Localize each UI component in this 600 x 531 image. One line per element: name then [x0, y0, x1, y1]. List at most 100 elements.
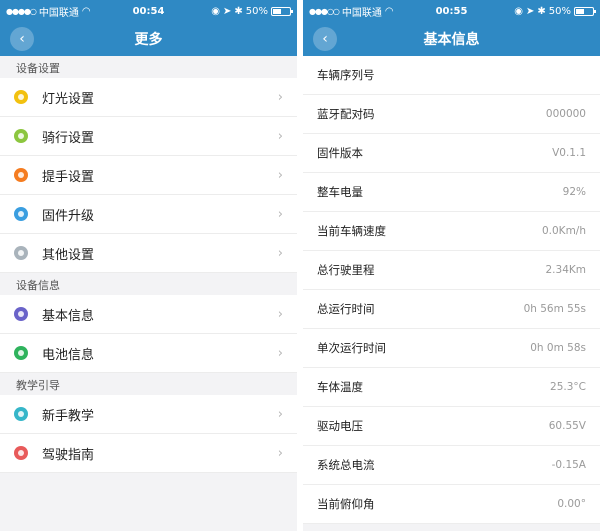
info-key: 车体温度: [317, 380, 363, 394]
status-time: 00:55: [435, 5, 468, 17]
info-row: 总运行时间 0h 56m 55s: [303, 290, 600, 329]
gear-icon: [14, 246, 28, 260]
info-key: 车辆序列号: [317, 68, 375, 82]
wifi-icon: ◠: [81, 5, 91, 17]
menu-item[interactable]: 固件升级 ›: [0, 195, 297, 234]
settings-group: 灯光设置 › 骑行设置 › 提手设置 › 固件升级 › 其他设置 ›: [0, 78, 297, 273]
info-row: 驱动电压 60.55V: [303, 407, 600, 446]
info-value: 92%: [562, 186, 586, 198]
wifi-icon: ◠: [384, 5, 394, 17]
back-button[interactable]: ‹: [313, 27, 337, 51]
menu-item-label: 基本信息: [42, 308, 95, 324]
back-button[interactable]: ‹: [10, 27, 34, 51]
info-key: 总行驶里程: [317, 263, 375, 277]
info-key: 当前俯仰角: [317, 497, 375, 511]
bulb-icon: [14, 90, 28, 104]
chevron-right-icon: ›: [277, 445, 283, 461]
menu-item[interactable]: 骑行设置 ›: [0, 117, 297, 156]
info-value: 0.00°: [557, 498, 586, 510]
menu-item-label: 驾驶指南: [42, 447, 95, 463]
chevron-right-icon: ›: [277, 128, 283, 144]
upgrade-icon: [14, 207, 28, 221]
menu-item[interactable]: 基本信息 ›: [0, 295, 297, 334]
ride-icon: [14, 129, 28, 143]
info-key: 总运行时间: [317, 302, 375, 316]
basic-info-screen: ●●●○○ 中国联通 ◠ 00:55 ◉ ➤ ✱ 50% ‹ 基本信息 车辆序列…: [303, 0, 600, 531]
menu-item[interactable]: 其他设置 ›: [0, 234, 297, 273]
guide-icon: [14, 446, 28, 460]
status-bar: ●●●●○ 中国联通 ◠ 00:54 ◉ ➤ ✱ 50%: [0, 0, 297, 22]
menu-item-label: 电池信息: [42, 347, 95, 363]
info-row: 系统总电流 -0.15A: [303, 446, 600, 485]
nav-bar: ‹ 基本信息: [303, 22, 600, 56]
info-key: 蓝牙配对码: [317, 107, 375, 121]
info-row: 当前车辆速度 0.0Km/h: [303, 212, 600, 251]
info-row: 固件版本 V0.1.1: [303, 134, 600, 173]
info-value: V0.1.1: [552, 147, 586, 159]
header: ●●●○○ 中国联通 ◠ 00:55 ◉ ➤ ✱ 50% ‹ 基本信息: [303, 0, 600, 56]
info-row: 蓝牙配对码 000000: [303, 95, 600, 134]
section-title: 设备信息: [16, 279, 60, 292]
info-key: 系统总电流: [317, 458, 375, 472]
chevron-right-icon: ›: [277, 406, 283, 422]
chevron-left-icon: ‹: [322, 31, 328, 47]
info-row: 当前俯仰角 0.00°: [303, 485, 600, 524]
menu-item-label: 骑行设置: [42, 130, 95, 146]
info-row: 车辆序列号: [303, 56, 600, 95]
info-value: 000000: [545, 108, 586, 120]
info-key: 整车电量: [317, 185, 363, 199]
menu-item[interactable]: 电池信息 ›: [0, 334, 297, 373]
chevron-right-icon: ›: [277, 167, 283, 183]
settings-group: 新手教学 › 驾驶指南 ›: [0, 395, 297, 473]
menu-item[interactable]: 灯光设置 ›: [0, 78, 297, 117]
settings-group: 基本信息 › 电池信息 ›: [0, 295, 297, 373]
lock-rotation-icon: ◉: [211, 5, 220, 17]
chevron-left-icon: ‹: [19, 31, 25, 47]
signal-icon: ●●●○○: [309, 6, 340, 16]
status-time: 00:54: [132, 5, 165, 17]
menu-item[interactable]: 新手教学 ›: [0, 395, 297, 434]
battery-icon: [574, 6, 596, 16]
info-row: 单次运行时间 0h 0m 58s: [303, 329, 600, 368]
menu-item-label: 固件升级: [42, 208, 95, 224]
status-bar: ●●●○○ 中国联通 ◠ 00:55 ◉ ➤ ✱ 50%: [303, 0, 600, 22]
battery-percent: 50%: [548, 5, 571, 17]
info-value: 0h 56m 55s: [523, 303, 586, 315]
info-key: 驱动电压: [317, 419, 363, 433]
settings-list: 设备设置 灯光设置 › 骑行设置 › 提手设置 › 固件升级 › 其他设置 › 设备信息 基本信息 › 电池…: [0, 56, 297, 473]
page-title: 更多: [134, 32, 163, 48]
chevron-right-icon: ›: [277, 345, 283, 361]
book-icon: [14, 407, 28, 421]
info-row: 总行驶里程 2.34Km: [303, 251, 600, 290]
more-screen: ●●●●○ 中国联通 ◠ 00:54 ◉ ➤ ✱ 50% ‹ 更多 设备设置 灯光…: [0, 0, 297, 531]
lock-rotation-icon: ◉: [514, 5, 523, 17]
battery-icon: [14, 346, 28, 360]
info-value: 0.0Km/h: [541, 225, 586, 237]
chevron-right-icon: ›: [277, 89, 283, 105]
location-icon: ➤: [222, 5, 232, 17]
bluetooth-icon: ✱: [537, 5, 546, 17]
carrier-label: 中国联通: [341, 7, 382, 19]
menu-item-label: 其他设置: [42, 247, 95, 263]
info-value: 0h 0m 58s: [530, 342, 586, 354]
menu-item-label: 提手设置: [42, 169, 95, 185]
info-icon: [14, 307, 28, 321]
page-title: 基本信息: [423, 32, 480, 48]
signal-icon: ●●●●○: [6, 6, 37, 16]
carrier-label: 中国联通: [38, 7, 79, 19]
battery-percent: 50%: [245, 5, 268, 17]
chevron-right-icon: ›: [277, 206, 283, 222]
handle-icon: [14, 168, 28, 182]
info-key: 当前车辆速度: [317, 224, 386, 238]
info-list: 车辆序列号蓝牙配对码 000000 固件版本 V0.1.1 整车电量 92% 当前车辆速度 0…: [303, 56, 600, 524]
info-row: 整车电量 92%: [303, 173, 600, 212]
header: ●●●●○ 中国联通 ◠ 00:54 ◉ ➤ ✱ 50% ‹ 更多: [0, 0, 297, 56]
info-value: 60.55V: [548, 420, 586, 432]
info-key: 单次运行时间: [317, 341, 386, 355]
menu-item[interactable]: 驾驶指南 ›: [0, 434, 297, 473]
chevron-right-icon: ›: [277, 245, 283, 261]
chevron-right-icon: ›: [277, 306, 283, 322]
menu-item-label: 灯光设置: [42, 91, 95, 107]
menu-item[interactable]: 提手设置 ›: [0, 156, 297, 195]
bluetooth-icon: ✱: [234, 5, 243, 17]
